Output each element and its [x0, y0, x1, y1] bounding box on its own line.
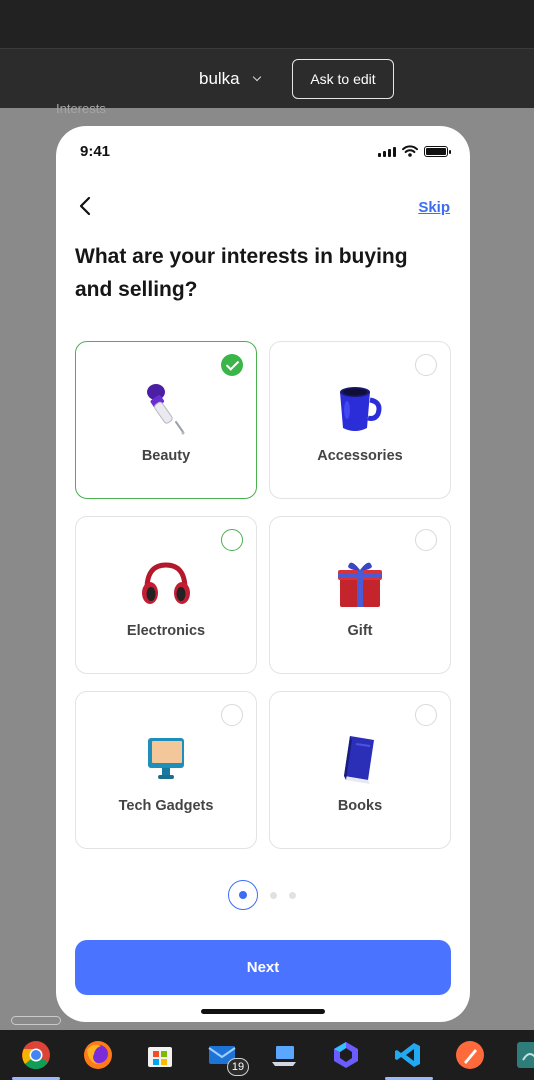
chrome-icon[interactable] — [21, 1040, 51, 1070]
project-name: bulka — [199, 69, 240, 88]
book-icon — [344, 736, 374, 784]
category-card-beauty[interactable]: Beauty — [75, 341, 257, 499]
home-indicator — [201, 1009, 325, 1014]
category-label: Gift — [347, 623, 373, 639]
paint-icon[interactable] — [455, 1040, 485, 1070]
category-label: Electronics — [126, 623, 206, 639]
category-card-books[interactable]: Books — [269, 691, 451, 849]
gift-icon — [338, 562, 382, 607]
category-card-tech-gadgets[interactable]: Tech Gadgets — [75, 691, 257, 849]
category-label: Tech Gadgets — [118, 798, 214, 814]
mug-icon — [340, 387, 382, 431]
copilot-icon[interactable] — [331, 1040, 361, 1070]
checkbox-checked[interactable] — [221, 354, 243, 376]
checkbox-unchecked[interactable] — [415, 704, 437, 726]
battery-icon — [424, 145, 451, 157]
wifi-icon — [402, 145, 418, 157]
category-label: Beauty — [141, 448, 191, 464]
scrollbar-handle[interactable] — [11, 1016, 61, 1025]
frame-label: Interests — [56, 101, 106, 116]
skip-link[interactable]: Skip — [418, 199, 450, 216]
window-top-strip — [0, 0, 534, 48]
dropper-icon — [147, 384, 185, 435]
taskbar: 19 — [0, 1030, 534, 1080]
phone-frame: 9:41 Skip What are your interests in buy… — [56, 126, 470, 1022]
mail-app[interactable]: 19 — [207, 1040, 249, 1076]
checkbox-unchecked[interactable] — [415, 354, 437, 376]
category-card-electronics[interactable]: Electronics — [75, 516, 257, 674]
microsoft-store-icon[interactable] — [145, 1040, 175, 1070]
firefox-icon[interactable] — [83, 1040, 113, 1070]
headphones-icon — [142, 562, 190, 604]
category-card-accessories[interactable]: Accessories — [269, 341, 451, 499]
editor-toolbar: bulka Ask to edit — [0, 48, 534, 108]
signal-icon — [378, 146, 396, 157]
chevron-down-icon — [252, 72, 261, 82]
laptop-icon[interactable] — [269, 1040, 299, 1070]
page-title: What are your interests in buying and se… — [75, 245, 408, 301]
project-menu[interactable]: bulka — [199, 69, 261, 89]
back-arrow-icon[interactable] — [74, 194, 98, 218]
category-label: Books — [337, 798, 383, 814]
status-time: 9:41 — [80, 143, 111, 160]
checkbox-unchecked[interactable] — [415, 529, 437, 551]
status-icons — [378, 145, 451, 157]
page-dot[interactable] — [289, 891, 296, 899]
app-icon[interactable] — [515, 1040, 534, 1070]
checkbox-unchecked[interactable] — [221, 529, 243, 551]
mail-badge: 19 — [227, 1058, 249, 1076]
category-label: Accessories — [317, 448, 403, 464]
page-indicator — [228, 880, 296, 910]
page-dot-active[interactable] — [228, 880, 258, 910]
checkbox-unchecked[interactable] — [221, 704, 243, 726]
monitor-icon — [148, 738, 184, 779]
page-dot[interactable] — [270, 891, 277, 899]
vscode-icon[interactable] — [393, 1040, 423, 1070]
next-button[interactable]: Next — [75, 940, 451, 995]
category-card-gift[interactable]: Gift — [269, 516, 451, 674]
ask-to-edit-button[interactable]: Ask to edit — [292, 59, 394, 99]
